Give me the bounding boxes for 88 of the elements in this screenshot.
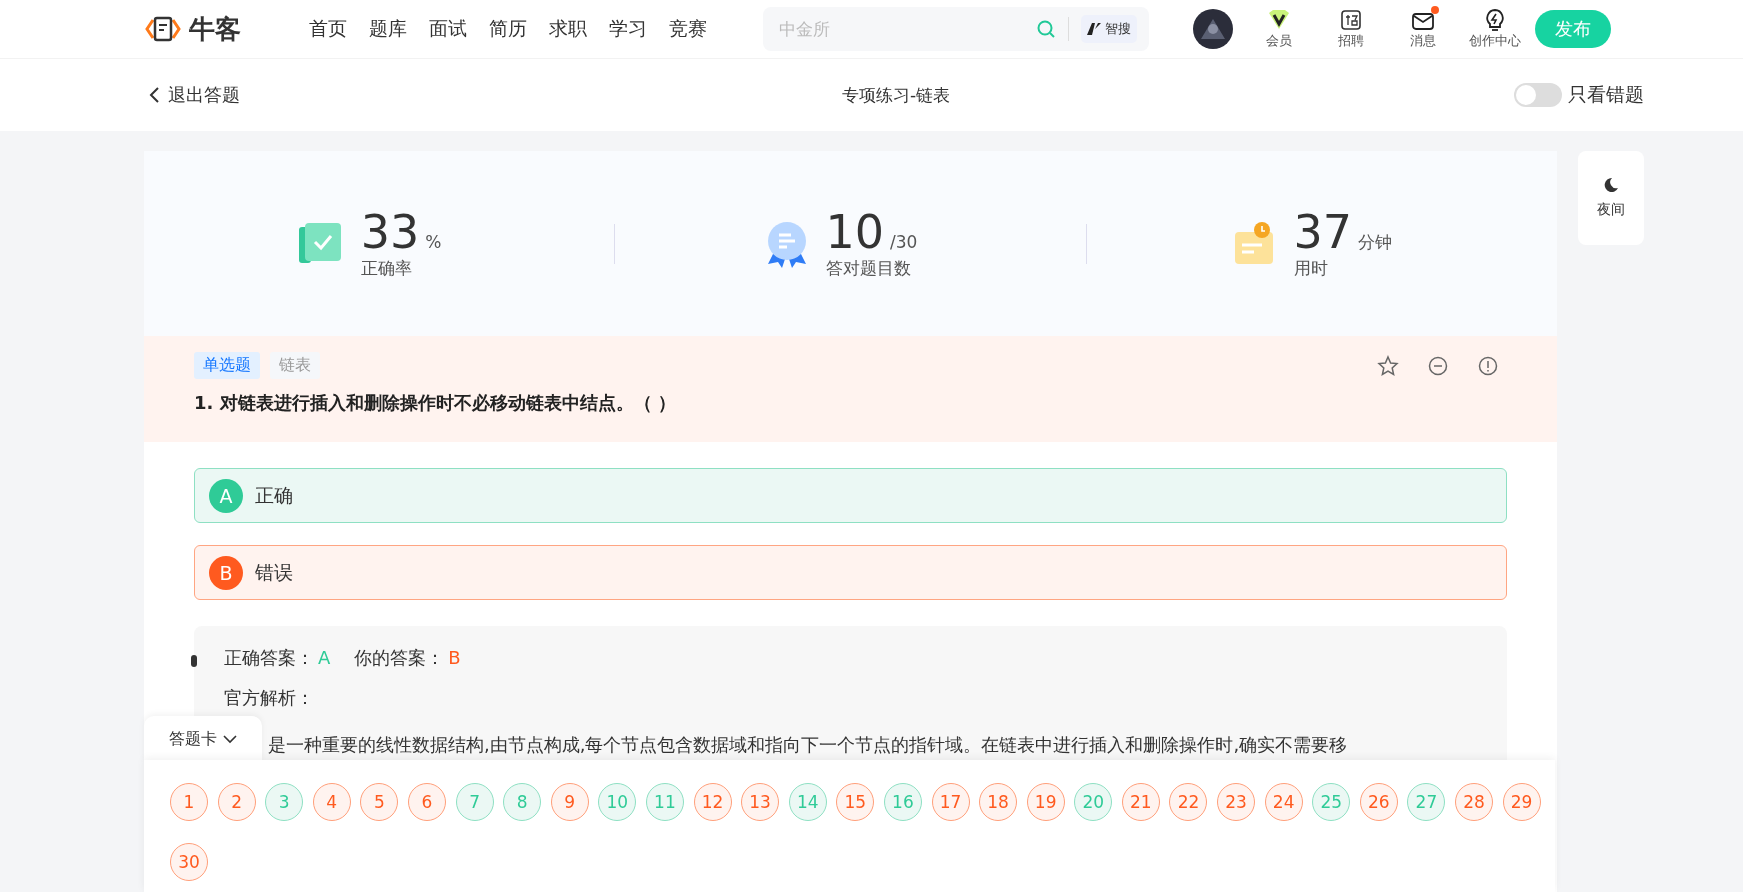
question-number[interactable]: 28	[1455, 783, 1494, 821]
toggle-label: 只看错题	[1568, 82, 1644, 107]
stat-label: 用时	[1293, 257, 1329, 280]
option-text: 正确	[255, 482, 293, 508]
question-number[interactable]: 15	[836, 783, 875, 821]
question-number[interactable]: 12	[693, 783, 732, 821]
page-title: 专项练习-链表	[841, 83, 951, 107]
option-letter: A	[209, 478, 243, 513]
stat-label: 正确率	[360, 257, 413, 280]
moon-icon	[1603, 177, 1619, 193]
question-number[interactable]: 20	[1074, 783, 1113, 821]
question-number[interactable]: 30	[170, 843, 208, 881]
nav-link[interactable]: 面试	[429, 16, 467, 42]
night-mode-button[interactable]: 夜间	[1578, 151, 1644, 245]
question-number[interactable]: 22	[1169, 783, 1208, 821]
question-number[interactable]: 25	[1312, 783, 1351, 821]
stat-unit: %	[425, 232, 442, 252]
nav-link[interactable]: 学习	[609, 16, 647, 42]
shortcut-link[interactable]: 创作中心	[1469, 8, 1521, 50]
nav-link[interactable]: 题库	[369, 16, 407, 42]
lightbulb-icon	[1484, 8, 1506, 32]
question-number[interactable]: 17	[931, 783, 970, 821]
answer-label: 正确答案：	[224, 646, 314, 670]
your-answer: B	[448, 646, 461, 670]
stat-label: 答对题目数	[825, 257, 912, 280]
question-number[interactable]: 11	[645, 783, 684, 821]
question-number[interactable]: 14	[788, 783, 827, 821]
stat-unit: /30	[890, 232, 918, 252]
section-marker	[191, 655, 197, 667]
answer-card-tab[interactable]: 答题卡	[144, 716, 262, 762]
question-number[interactable]: 18	[979, 783, 1018, 821]
question-number[interactable]: 13	[741, 783, 780, 821]
shortcut-link[interactable]: 会员	[1253, 8, 1305, 50]
question-number[interactable]: 26	[1359, 783, 1398, 821]
question-number[interactable]: 3	[265, 783, 304, 821]
answer-label: 你的答案：	[354, 646, 445, 670]
question-number[interactable]: 6	[407, 783, 446, 821]
minus-circle-icon[interactable]	[1427, 354, 1449, 377]
question-number[interactable]: 29	[1502, 783, 1541, 821]
shortcut-link[interactable]: 消息	[1397, 8, 1449, 50]
question-tag: 单选题	[194, 352, 260, 379]
question-tag: 链表	[270, 352, 320, 379]
question-number[interactable]: 10	[598, 783, 637, 821]
nav-link[interactable]: 简历	[489, 16, 527, 42]
chevron-down-icon	[223, 734, 237, 744]
question-number[interactable]: 8	[503, 783, 542, 821]
search-field[interactable]: 中金所 智搜	[763, 7, 1149, 51]
question-number[interactable]: 7	[455, 783, 494, 821]
toggle-switch[interactable]	[1514, 83, 1562, 107]
v-badge-icon	[1267, 9, 1291, 31]
option-text: 错误	[255, 559, 293, 585]
answer-option[interactable]: A 正确	[194, 468, 1507, 523]
question-number[interactable]: 9	[550, 783, 589, 821]
report-icon[interactable]	[1477, 354, 1499, 377]
nav-link[interactable]: 竞赛	[669, 16, 707, 42]
analysis-heading: 官方解析：	[224, 686, 315, 710]
nav-link[interactable]: 求职	[549, 16, 587, 42]
publish-button[interactable]: 发布	[1535, 10, 1611, 48]
question-number[interactable]: 19	[1026, 783, 1065, 821]
question-number[interactable]: 4	[312, 783, 351, 821]
star-icon[interactable]	[1377, 354, 1399, 377]
logo-icon[interactable]	[145, 14, 181, 44]
nav-link[interactable]: 首页	[309, 16, 347, 42]
ai-search-button[interactable]: 智搜	[1081, 15, 1137, 43]
ai-logo-icon	[1087, 23, 1101, 35]
question-number[interactable]: 2	[217, 783, 256, 821]
question-number[interactable]: 23	[1217, 783, 1256, 821]
correct-answer: A	[318, 646, 331, 670]
shortcut-link[interactable]: 招聘	[1325, 8, 1377, 50]
chevron-left-icon	[148, 86, 160, 104]
question-number[interactable]: 27	[1407, 783, 1446, 821]
stat-value: 33	[360, 207, 420, 257]
answer-option[interactable]: B 错误	[194, 545, 1507, 600]
back-link[interactable]: 退出答题	[148, 83, 428, 107]
option-letter: B	[209, 555, 243, 590]
question-number[interactable]: 21	[1121, 783, 1160, 821]
question-number[interactable]: 24	[1264, 783, 1303, 821]
question-text: 1. 对链表进行插入和删除操作时不必移动链表中结点。（ ）	[194, 391, 677, 415]
stat-unit: 分钟	[1358, 231, 1393, 254]
stat-value: 10	[825, 207, 885, 257]
question-number[interactable]: 1	[170, 783, 208, 821]
question-number[interactable]: 5	[360, 783, 399, 821]
recruit-icon	[1340, 9, 1362, 31]
analysis-text: 是一种重要的线性数据结构,由节点构成,每个节点包含数据域和指向下一个节点的指针域。在链表中进行插入和删除操作时,确实不需要移	[268, 734, 1349, 756]
stat-value: 37	[1293, 207, 1353, 257]
question-number[interactable]: 16	[883, 783, 922, 821]
avatar[interactable]	[1193, 9, 1233, 49]
logo-text[interactable]: 牛客	[189, 11, 241, 47]
